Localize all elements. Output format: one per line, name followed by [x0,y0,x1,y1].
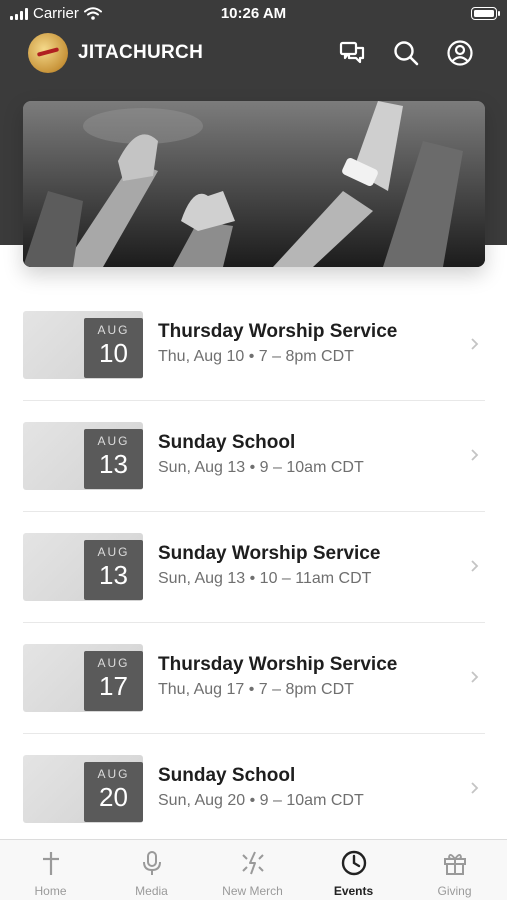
event-title: Thursday Worship Service [158,654,398,675]
app-bar: JITACHURCH [0,30,507,76]
tab-label: New Merch [222,884,283,898]
chevron-right-icon [471,338,479,350]
event-date-badge: AUG 20 [84,762,143,822]
brand-title: JITACHURCH [78,42,204,63]
event-title: Sunday School [158,765,296,786]
event-day: 13 [99,560,128,590]
event-title: Sunday School [158,432,296,453]
event-day: 13 [99,449,128,479]
event-subtitle: Sun, Aug 20 • 9 – 10am CDT [158,792,364,809]
gift-icon [444,854,466,875]
event-month: AUG [97,434,130,448]
event-day: 20 [99,782,128,812]
event-title: Sunday Worship Service [158,543,381,564]
status-bar: Carrier 10:26 AM [0,0,507,28]
profile-icon[interactable] [446,39,474,67]
status-time: 10:26 AM [220,5,287,22]
chevron-right-icon [471,782,479,794]
cross-icon [43,852,59,875]
chevron-right-icon [471,449,479,461]
tab-label: Home [34,884,67,898]
tab-events[interactable]: Events [303,840,404,900]
event-date-badge: AUG 17 [84,651,143,711]
event-month: AUG [97,656,130,670]
microphone-icon [143,851,161,875]
hero-image[interactable] [23,101,485,267]
battery-icon [471,7,500,20]
tab-label: Events [333,884,374,898]
event-title: Thursday Worship Service [158,321,398,342]
search-icon[interactable] [392,39,420,67]
event-day: 10 [99,338,128,368]
tab-media[interactable]: Media [101,840,202,900]
event-row[interactable]: AUG 13 Sunday School Sun, Aug 13 • 9 – 1… [0,401,507,512]
event-row[interactable]: AUG 10 Thursday Worship Service Thu, Aug… [0,290,507,401]
tab-giving[interactable]: Giving [404,840,505,900]
event-subtitle: Thu, Aug 10 • 7 – 8pm CDT [158,348,354,365]
tab-new-merch[interactable]: New Merch [202,840,303,900]
event-day: 17 [99,671,128,701]
event-month: AUG [97,767,130,781]
tab-bar: Home Media New Merch Events Giving [0,839,507,900]
event-subtitle: Sun, Aug 13 • 10 – 11am CDT [158,570,372,587]
event-month: AUG [97,323,130,337]
chat-icon[interactable] [338,39,366,67]
tab-label: Media [135,884,168,898]
event-row[interactable]: AUG 17 Thursday Worship Service Thu, Aug… [0,623,507,734]
sparkle-icon [242,851,264,875]
event-subtitle: Sun, Aug 13 • 9 – 10am CDT [158,459,364,476]
chevron-right-icon [471,671,479,683]
event-date-badge: AUG 10 [84,318,143,378]
event-date-badge: AUG 13 [84,540,143,600]
tab-label: Giving [437,884,472,898]
tab-home[interactable]: Home [0,840,101,900]
event-subtitle: Thu, Aug 17 • 7 – 8pm CDT [158,681,354,698]
chevron-right-icon [471,560,479,572]
event-date-badge: AUG 13 [84,429,143,489]
church-logo[interactable] [28,33,68,73]
event-row[interactable]: AUG 20 Sunday School Sun, Aug 20 • 9 – 1… [0,734,507,845]
clock-icon [341,850,367,876]
worship-hands-image [23,101,485,267]
event-month: AUG [97,545,130,559]
event-row[interactable]: AUG 13 Sunday Worship Service Sun, Aug 1… [0,512,507,623]
